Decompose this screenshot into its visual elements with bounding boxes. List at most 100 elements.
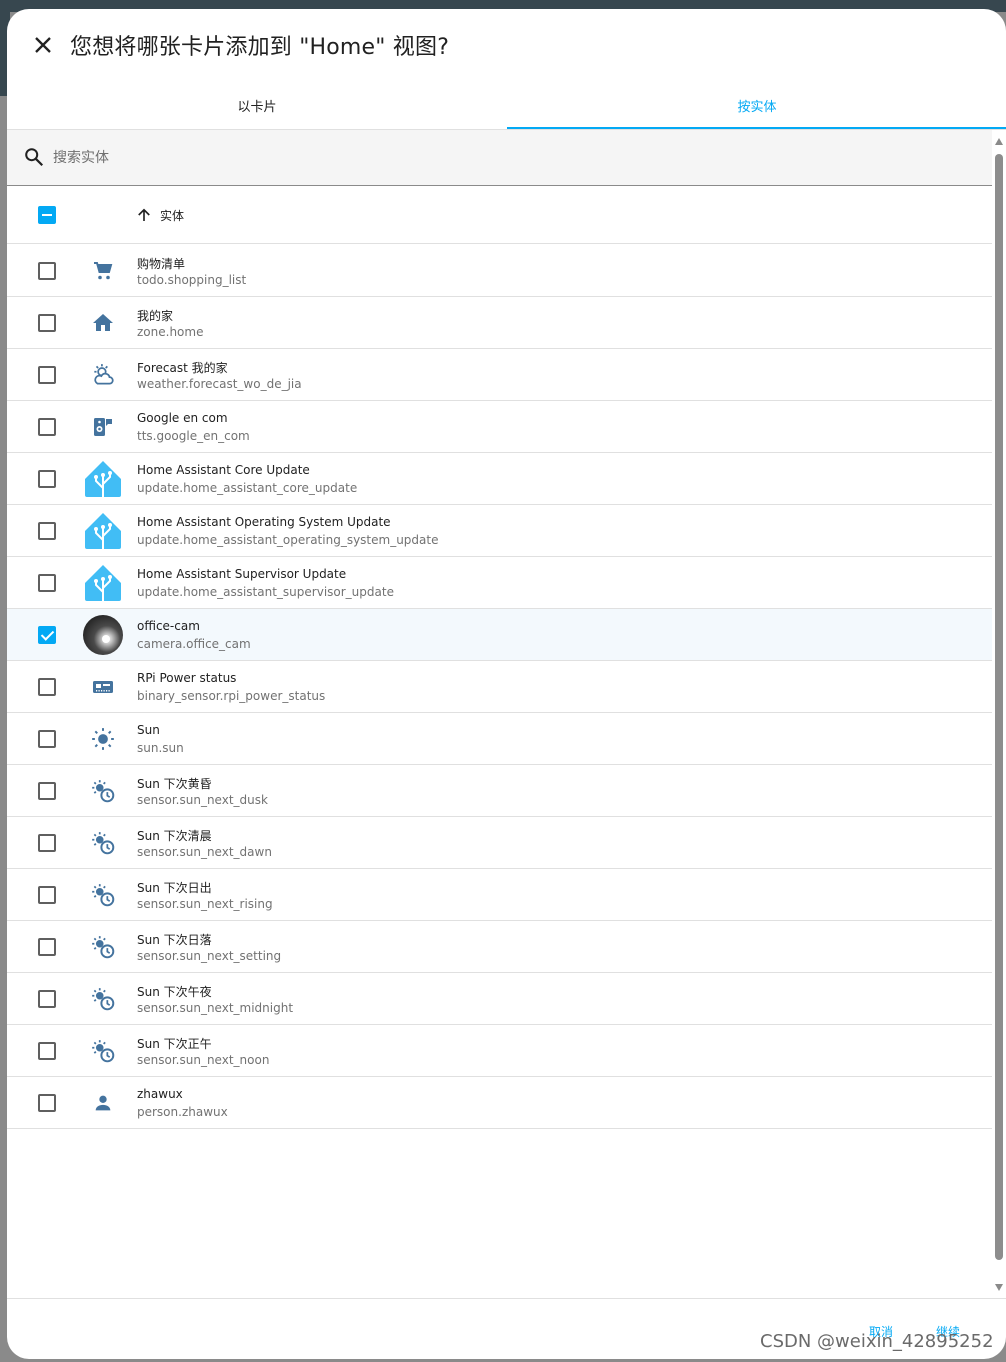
weather-partly-cloudy-icon bbox=[81, 355, 125, 395]
entity-id: update.home_assistant_operating_system_u… bbox=[137, 533, 439, 547]
sun-clock-icon bbox=[81, 1031, 125, 1071]
entity-id: sensor.sun_next_dawn bbox=[137, 845, 272, 859]
entity-name: Sun bbox=[137, 723, 160, 737]
entity-name: zhawux bbox=[137, 1087, 183, 1101]
entity-name: Google en com bbox=[137, 411, 228, 425]
scroll-down-arrow-icon[interactable] bbox=[995, 1284, 1003, 1291]
entity-id: binary_sensor.rpi_power_status bbox=[137, 689, 326, 703]
entity-name: Sun 下次日落 bbox=[137, 933, 212, 947]
entity-name: 购物清单 bbox=[137, 257, 186, 271]
row-checkbox[interactable] bbox=[38, 470, 56, 488]
entity-name: Sun 下次清晨 bbox=[137, 829, 212, 843]
column-header-entity[interactable]: 实体 bbox=[160, 207, 184, 224]
entity-id: tts.google_en_com bbox=[137, 429, 250, 443]
entity-name: Sun 下次午夜 bbox=[137, 985, 212, 999]
table-row[interactable]: Sun 下次正午 sensor.sun_next_noon bbox=[7, 1025, 992, 1077]
arrow-up-icon[interactable] bbox=[135, 206, 153, 224]
entity-name: office-cam bbox=[137, 619, 200, 633]
entity-id: sensor.sun_next_setting bbox=[137, 949, 282, 963]
close-icon[interactable] bbox=[29, 31, 57, 59]
entity-id: update.home_assistant_supervisor_update bbox=[137, 585, 394, 599]
tab-by-entity[interactable]: 按实体 bbox=[507, 81, 1006, 129]
entity-id: camera.office_cam bbox=[137, 637, 251, 651]
table-row[interactable]: 购物清单 todo.shopping_list bbox=[7, 245, 992, 297]
camera-thumbnail bbox=[81, 615, 125, 655]
table-row[interactable]: Sun sun.sun bbox=[7, 713, 992, 765]
entity-name: 我的家 bbox=[137, 309, 174, 323]
row-checkbox[interactable] bbox=[38, 366, 56, 384]
sun-clock-icon bbox=[81, 823, 125, 863]
sun-clock-icon bbox=[81, 927, 125, 967]
entity-id: update.home_assistant_core_update bbox=[137, 481, 358, 495]
tab-bar: 以卡片 按实体 bbox=[7, 81, 1006, 130]
row-checkbox[interactable] bbox=[38, 418, 56, 436]
table-row[interactable]: Google en com tts.google_en_com bbox=[7, 401, 992, 453]
watermark: CSDN @weixin_42895252 bbox=[760, 1331, 994, 1352]
table-header: 实体 bbox=[7, 187, 992, 244]
search-icon bbox=[25, 148, 44, 167]
row-checkbox[interactable] bbox=[38, 730, 56, 748]
entity-table: 实体 购物清单 todo.shopping_list 我的家 zone.home For… bbox=[7, 187, 992, 1298]
add-card-dialog: 您想将哪张卡片添加到 "Home" 视图? 以卡片 按实体 实体 购物清单 tod… bbox=[7, 9, 1006, 1359]
entity-id: sun.sun bbox=[137, 741, 184, 755]
scrollbar[interactable] bbox=[992, 130, 1006, 1300]
table-row[interactable]: 我的家 zone.home bbox=[7, 297, 992, 349]
entity-id: sensor.sun_next_rising bbox=[137, 897, 273, 911]
table-row[interactable]: Sun 下次日出 sensor.sun_next_rising bbox=[7, 869, 992, 921]
entity-name: Forecast 我的家 bbox=[137, 361, 228, 375]
table-row[interactable]: Sun 下次午夜 sensor.sun_next_midnight bbox=[7, 973, 992, 1025]
table-row[interactable]: office-cam camera.office_cam bbox=[7, 609, 992, 661]
table-row[interactable]: zhawux person.zhawux bbox=[7, 1077, 992, 1129]
entity-id: sensor.sun_next_midnight bbox=[137, 1001, 294, 1015]
cart-icon bbox=[81, 251, 125, 291]
raspberry-pi-icon bbox=[81, 667, 125, 707]
scroll-up-arrow-icon[interactable] bbox=[995, 138, 1003, 145]
row-checkbox[interactable] bbox=[38, 990, 56, 1008]
dialog-title: 您想将哪张卡片添加到 "Home" 视图? bbox=[70, 35, 450, 60]
entity-name: Sun 下次正午 bbox=[137, 1037, 212, 1051]
entity-id: todo.shopping_list bbox=[137, 273, 247, 287]
table-row[interactable]: Sun 下次黄昏 sensor.sun_next_dusk bbox=[7, 765, 992, 817]
select-all-checkbox[interactable] bbox=[38, 206, 56, 224]
entity-name: Home Assistant Operating System Update bbox=[137, 515, 391, 529]
home-assistant-logo bbox=[81, 511, 125, 551]
entity-id: sensor.sun_next_dusk bbox=[137, 793, 268, 807]
speaker-message-icon bbox=[81, 407, 125, 447]
home-assistant-logo bbox=[81, 563, 125, 603]
search-input[interactable] bbox=[53, 140, 953, 176]
row-checkbox[interactable] bbox=[38, 626, 56, 644]
row-checkbox[interactable] bbox=[38, 1042, 56, 1060]
scroll-thumb[interactable] bbox=[995, 154, 1003, 1260]
row-checkbox[interactable] bbox=[38, 834, 56, 852]
entity-name: Home Assistant Supervisor Update bbox=[137, 567, 347, 581]
row-checkbox[interactable] bbox=[38, 886, 56, 904]
row-checkbox[interactable] bbox=[38, 314, 56, 332]
table-row[interactable]: RPi Power status binary_sensor.rpi_power_… bbox=[7, 661, 992, 713]
home-icon bbox=[81, 303, 125, 343]
entity-name: RPi Power status bbox=[137, 671, 237, 685]
row-checkbox[interactable] bbox=[38, 782, 56, 800]
sun-clock-icon bbox=[81, 979, 125, 1019]
table-row[interactable]: Forecast 我的家 weather.forecast_wo_de_jia bbox=[7, 349, 992, 401]
entity-name: Sun 下次日出 bbox=[137, 881, 212, 895]
home-assistant-logo bbox=[81, 459, 125, 499]
table-row[interactable]: Home Assistant Supervisor Update update.h… bbox=[7, 557, 992, 609]
row-checkbox[interactable] bbox=[38, 678, 56, 696]
table-row[interactable]: Home Assistant Core Update update.home_as… bbox=[7, 453, 992, 505]
row-checkbox[interactable] bbox=[38, 522, 56, 540]
dialog-header: 您想将哪张卡片添加到 "Home" 视图? bbox=[7, 9, 1006, 81]
entity-id: person.zhawux bbox=[137, 1105, 228, 1119]
table-row[interactable]: Sun 下次日落 sensor.sun_next_setting bbox=[7, 921, 992, 973]
row-checkbox[interactable] bbox=[38, 574, 56, 592]
row-checkbox[interactable] bbox=[38, 1094, 56, 1112]
table-row[interactable]: Home Assistant Operating System Update up… bbox=[7, 505, 992, 557]
table-row[interactable]: Sun 下次清晨 sensor.sun_next_dawn bbox=[7, 817, 992, 869]
entity-id: sensor.sun_next_noon bbox=[137, 1053, 270, 1067]
person-icon bbox=[81, 1083, 125, 1123]
row-checkbox[interactable] bbox=[38, 938, 56, 956]
row-checkbox[interactable] bbox=[38, 262, 56, 280]
sun-icon bbox=[81, 719, 125, 759]
tab-by-card[interactable]: 以卡片 bbox=[7, 81, 507, 129]
active-tab-indicator bbox=[507, 127, 1006, 129]
search-bar bbox=[7, 130, 992, 186]
